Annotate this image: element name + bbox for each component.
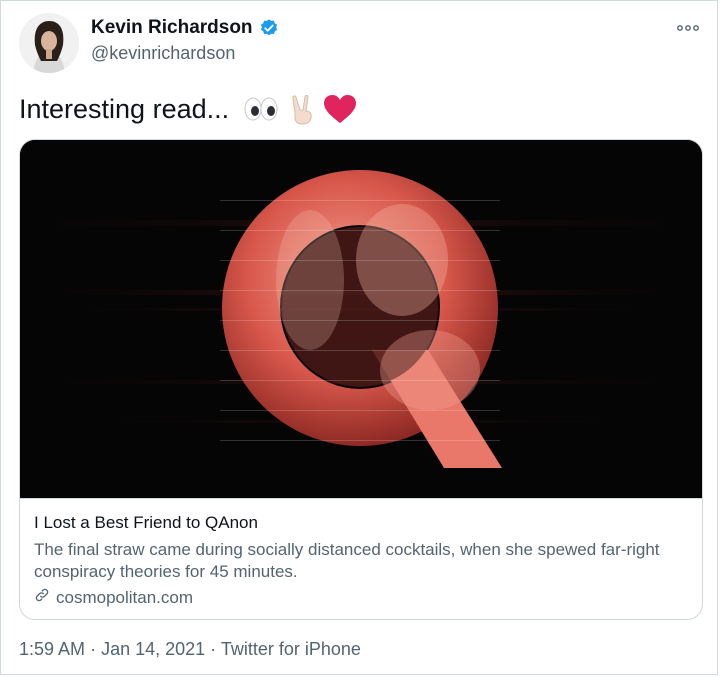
author-name[interactable]: Kevin Richardson bbox=[91, 17, 253, 39]
verified-badge-icon bbox=[259, 18, 279, 38]
meta-separator: · bbox=[210, 639, 221, 659]
link-icon bbox=[34, 587, 50, 608]
card-image[interactable] bbox=[20, 140, 702, 498]
avatar-image bbox=[19, 13, 79, 73]
tweet-source[interactable]: Twitter for iPhone bbox=[221, 639, 361, 659]
tweet-date[interactable]: Jan 14, 2021 bbox=[101, 639, 205, 659]
card-title[interactable]: I Lost a Best Friend to QAnon bbox=[34, 513, 688, 533]
red-heart-icon bbox=[323, 94, 357, 124]
avatar[interactable] bbox=[19, 13, 79, 73]
card-info[interactable]: I Lost a Best Friend to QAnon The final … bbox=[20, 498, 702, 619]
card-description: The final straw came during socially dis… bbox=[34, 540, 660, 581]
tweet: Kevin Richardson @kevinrichardson Intere… bbox=[0, 0, 718, 675]
author-name-row[interactable]: Kevin Richardson bbox=[91, 17, 279, 39]
author-handle[interactable]: @kevinrichardson bbox=[91, 43, 235, 64]
more-options-icon[interactable] bbox=[677, 19, 699, 37]
card-domain[interactable]: cosmopolitan.com bbox=[56, 588, 193, 608]
card-link-row[interactable]: cosmopolitan.com bbox=[34, 587, 688, 608]
victory-hand-icon bbox=[289, 93, 317, 125]
tweet-body: Interesting read... bbox=[19, 93, 230, 124]
tweet-time[interactable]: 1:59 AM bbox=[19, 639, 85, 659]
meta-separator: · bbox=[90, 639, 102, 659]
qanon-q-logo bbox=[20, 140, 702, 498]
link-card[interactable]: I Lost a Best Friend to QAnon The final … bbox=[19, 139, 703, 620]
tweet-metadata: 1:59 AM · Jan 14, 2021 · Twitter for iPh… bbox=[19, 639, 361, 660]
eyes-icon bbox=[243, 97, 279, 121]
tweet-text: Interesting read... bbox=[19, 93, 357, 125]
